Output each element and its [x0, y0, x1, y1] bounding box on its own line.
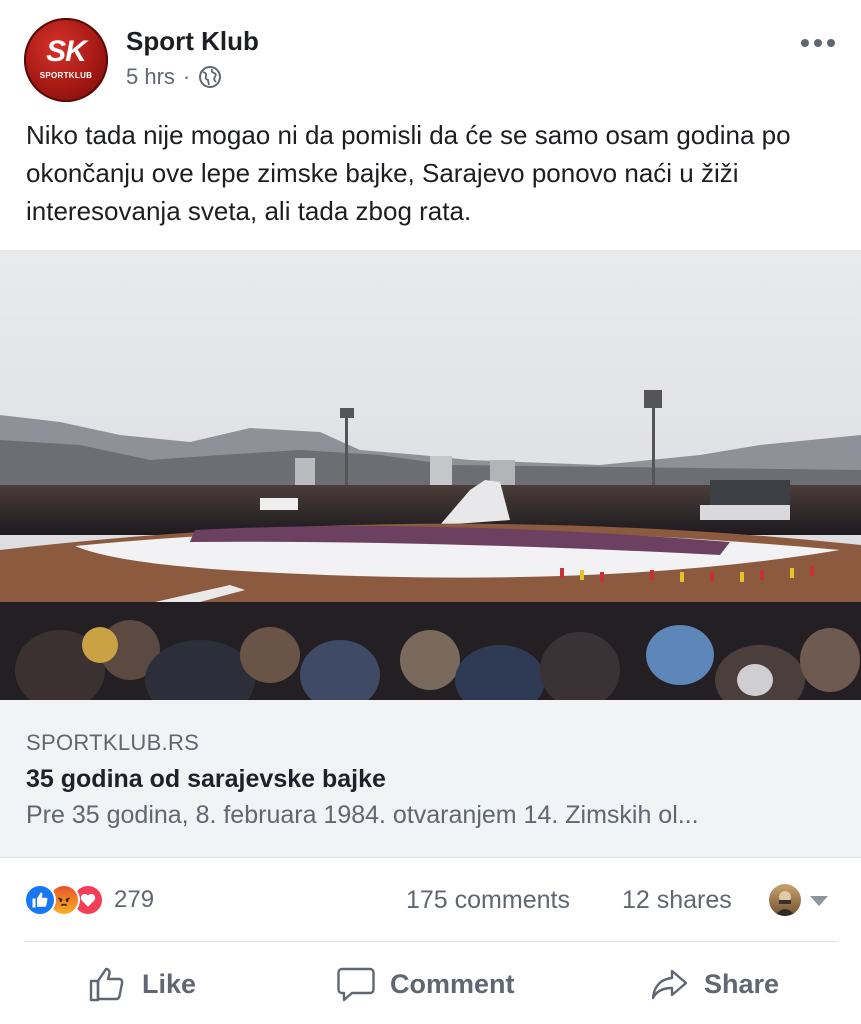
dot-icon — [801, 39, 809, 47]
comment-button-label: Comment — [390, 968, 515, 999]
thumbs-up-icon — [89, 967, 124, 1002]
comment-button[interactable]: Comment — [336, 964, 515, 1004]
reactions-summary[interactable]: 279 — [24, 884, 154, 916]
page-avatar[interactable]: SK SPORTKLUB — [24, 18, 108, 102]
post-photo[interactable] — [0, 250, 861, 700]
reactions-count: 279 — [114, 886, 155, 913]
viewer-avatar[interactable] — [769, 884, 801, 916]
post-text: Niko tada nije mogao ni da pomisli da će… — [26, 120, 791, 226]
link-description: Pre 35 godina, 8. februara 1984. otvaran… — [26, 801, 699, 829]
like-button-label: Like — [142, 968, 197, 999]
chevron-down-icon[interactable] — [810, 896, 828, 906]
stadium-photo-image — [0, 250, 861, 700]
post-stats: 279 175 comments 12 shares — [0, 870, 861, 932]
dot-icon — [814, 39, 822, 47]
avatar-logo-subtext: SPORTKLUB — [39, 70, 93, 80]
share-arrow-icon — [651, 969, 688, 1000]
dot-icon — [827, 39, 835, 47]
page-name[interactable]: Sport Klub — [126, 26, 259, 57]
post-meta: 5 hrs · — [126, 64, 222, 90]
link-domain: SPORTKLUB.RS — [26, 730, 200, 755]
post-timestamp[interactable]: 5 hrs — [126, 64, 175, 90]
avatar-logo-text: SK — [46, 34, 87, 68]
post-actions: Like Comment Share — [0, 942, 861, 1024]
like-reaction-icon — [24, 884, 56, 916]
post-header: SK SPORTKLUB Sport Klub 5 hrs · — [0, 0, 861, 110]
like-button[interactable]: Like — [88, 964, 196, 1004]
comment-bubble-icon — [337, 967, 375, 1002]
share-button-label: Share — [704, 968, 780, 999]
shares-count[interactable]: 12 shares — [622, 886, 732, 915]
comments-count[interactable]: 175 comments — [406, 886, 570, 915]
link-title[interactable]: 35 godina od sarajevske bajke — [26, 765, 386, 794]
link-preview-card[interactable]: SPORTKLUB.RS 35 godina od sarajevske baj… — [0, 700, 861, 858]
more-options-button[interactable] — [801, 36, 835, 50]
meta-separator: · — [182, 64, 191, 89]
share-button[interactable]: Share — [650, 964, 779, 1004]
globe-icon[interactable] — [198, 65, 222, 89]
